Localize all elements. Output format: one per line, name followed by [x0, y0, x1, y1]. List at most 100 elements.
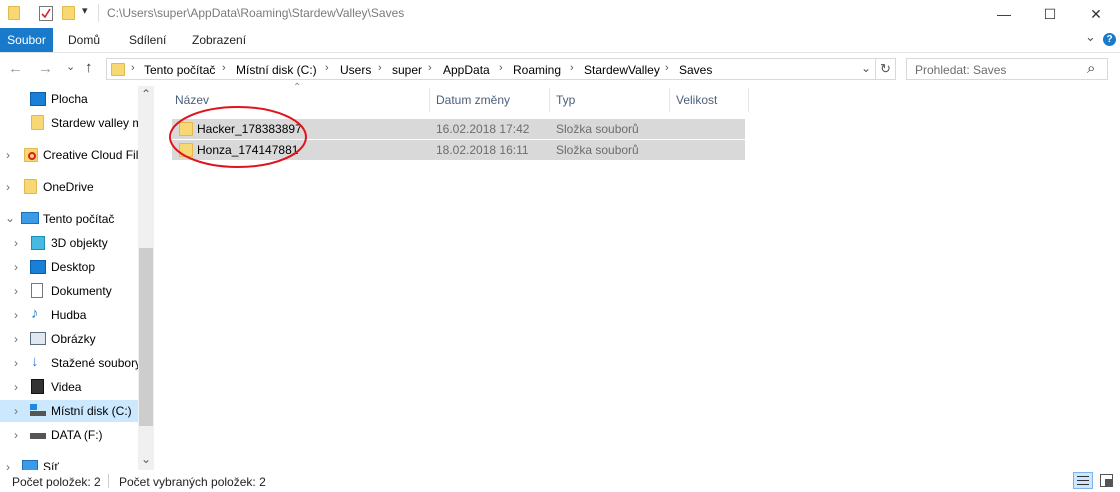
nav-item-label: Síť	[43, 460, 59, 470]
nav-item-label: Stardew valley m	[51, 116, 143, 130]
tab-view[interactable]: Zobrazení	[192, 28, 246, 52]
chevron-right-icon[interactable]: ›	[14, 328, 18, 350]
selected-count: Počet vybraných položek: 2	[119, 475, 266, 489]
breadcrumb-saves[interactable]: Saves	[679, 63, 712, 77]
nav-item-downloads[interactable]: › ↓ Stažené soubory	[0, 352, 142, 374]
refresh-button[interactable]: ↻	[876, 58, 896, 80]
details-view-icon[interactable]	[1073, 472, 1093, 489]
nav-item-label: Obrázky	[51, 332, 96, 346]
file-date: 16.02.2018 17:42	[436, 122, 530, 136]
creative-cloud-icon	[24, 148, 38, 162]
close-button[interactable]: ✕	[1073, 0, 1119, 28]
nav-item-data-drive[interactable]: › DATA (F:)	[0, 424, 138, 446]
chevron-right-icon[interactable]: ›	[14, 424, 18, 446]
breadcrumb-users[interactable]: Users	[340, 63, 371, 77]
videos-icon	[31, 379, 44, 394]
search-input[interactable]: Prohledat: Saves	[915, 63, 1006, 77]
forward-icon[interactable]: →	[38, 60, 53, 77]
breadcrumb-local-disk[interactable]: Místní disk (C:)	[236, 63, 317, 77]
chevron-right-icon[interactable]: ›	[14, 376, 18, 398]
maximize-button[interactable]: ☐	[1027, 0, 1073, 28]
nav-item-label: Dokumenty	[51, 284, 112, 298]
close-icon: ✕	[1090, 5, 1102, 22]
nav-item-3d-objects[interactable]: › 3D objekty	[0, 232, 138, 254]
sort-ascending-icon: ⌃	[293, 82, 302, 93]
up-icon[interactable]: ↑	[85, 59, 93, 76]
breadcrumb-separator: ›	[499, 62, 503, 74]
address-bar[interactable]: › Tento počítač › Místní disk (C:) › Use…	[106, 58, 876, 80]
nav-item-this-pc[interactable]: ⌄ Tento počítač	[0, 208, 138, 230]
nav-item-network[interactable]: › Síť	[0, 456, 138, 470]
customize-arrow-icon[interactable]: ▾	[82, 4, 88, 17]
chevron-right-icon[interactable]: ›	[14, 280, 18, 302]
chevron-right-icon[interactable]: ›	[14, 304, 18, 326]
large-icons-view-icon[interactable]	[1098, 472, 1115, 489]
chevron-right-icon[interactable]: ›	[14, 256, 18, 278]
scroll-up-icon[interactable]: ⌃	[141, 87, 151, 101]
properties-icon[interactable]	[39, 6, 53, 21]
nav-item-label: Stažené soubory	[51, 356, 142, 370]
address-dropdown-icon[interactable]: ⌄	[861, 61, 871, 75]
help-icon[interactable]: ?	[1103, 33, 1116, 46]
breadcrumb-appdata[interactable]: AppData	[443, 63, 490, 77]
nav-item-stardew-valley[interactable]: Stardew valley m	[0, 112, 142, 134]
nav-item-label: OneDrive	[43, 180, 94, 194]
title-bar: ▾ C:\Users\super\AppData\Roaming\Stardew…	[0, 0, 1120, 28]
expand-ribbon-icon[interactable]: ⌄	[1085, 25, 1096, 49]
column-divider[interactable]	[669, 88, 670, 112]
nav-item-label: Videa	[51, 380, 82, 394]
tab-file[interactable]: Soubor	[0, 28, 53, 52]
column-header-type[interactable]: Typ	[556, 93, 575, 107]
breadcrumb-roaming[interactable]: Roaming	[513, 63, 561, 77]
breadcrumb-separator: ›	[570, 62, 574, 74]
nav-item-videos[interactable]: › Videa	[0, 376, 138, 398]
nav-item-label: Hudba	[51, 308, 87, 322]
column-header-date[interactable]: Datum změny	[436, 93, 510, 107]
nav-item-creative-cloud[interactable]: › Creative Cloud Fil	[0, 144, 138, 166]
chevron-right-icon[interactable]: ›	[6, 456, 10, 470]
ribbon: Soubor Domů Sdílení Zobrazení ⌄ ?	[0, 28, 1120, 53]
chevron-right-icon[interactable]: ›	[14, 400, 18, 422]
nav-item-documents[interactable]: › Dokumenty	[0, 280, 138, 302]
column-divider[interactable]	[549, 88, 550, 112]
search-icon: ⌕	[1087, 60, 1096, 77]
file-type: Složka souborů	[556, 143, 639, 157]
chevron-right-icon[interactable]: ›	[6, 176, 10, 198]
nav-item-desktop[interactable]: › Desktop	[0, 256, 138, 278]
scroll-down-icon[interactable]: ⌄	[141, 452, 151, 466]
nav-scrollbar-thumb[interactable]	[139, 248, 153, 426]
search-box[interactable]: Prohledat: Saves ⌕	[906, 58, 1108, 80]
minimize-icon: —	[997, 6, 1011, 22]
nav-item-pictures[interactable]: › Obrázky	[0, 328, 138, 350]
recent-locations-icon[interactable]: ⌄	[66, 60, 75, 73]
nav-item-label: Místní disk (C:)	[51, 404, 132, 418]
chevron-down-icon[interactable]: ⌄	[5, 207, 15, 229]
new-folder-icon[interactable]	[62, 6, 75, 20]
refresh-icon: ↻	[880, 61, 891, 76]
nav-item-label: Plocha	[51, 92, 88, 106]
nav-item-onedrive[interactable]: › OneDrive	[0, 176, 138, 198]
tab-home[interactable]: Domů	[68, 28, 100, 52]
column-header-size[interactable]: Velikost	[676, 93, 717, 107]
minimize-button[interactable]: —	[981, 0, 1027, 28]
nav-item-music[interactable]: › ♪ Hudba	[0, 304, 138, 326]
nav-item-local-disk[interactable]: › Místní disk (C:)	[0, 400, 138, 422]
folder-icon	[24, 179, 37, 194]
tab-share[interactable]: Sdílení	[129, 28, 166, 52]
breadcrumb-stardewvalley[interactable]: StardewValley	[584, 63, 660, 77]
back-icon[interactable]: ←	[8, 60, 23, 77]
breadcrumb-super[interactable]: super	[392, 63, 422, 77]
file-type: Složka souborů	[556, 122, 639, 136]
breadcrumb-separator: ›	[222, 62, 226, 74]
nav-item-plocha[interactable]: Plocha	[0, 88, 138, 110]
chevron-right-icon[interactable]: ›	[6, 144, 10, 166]
column-divider[interactable]	[429, 88, 430, 112]
local-disk-icon	[30, 404, 46, 416]
maximize-icon: ☐	[1043, 5, 1057, 22]
breadcrumb-this-pc[interactable]: Tento počítač	[144, 63, 215, 77]
navigation-pane: Plocha Stardew valley m › Creative Cloud…	[0, 86, 154, 470]
breadcrumb-separator: ›	[131, 62, 135, 74]
column-divider[interactable]	[748, 88, 749, 112]
chevron-right-icon[interactable]: ›	[14, 352, 18, 374]
chevron-right-icon[interactable]: ›	[14, 232, 18, 254]
